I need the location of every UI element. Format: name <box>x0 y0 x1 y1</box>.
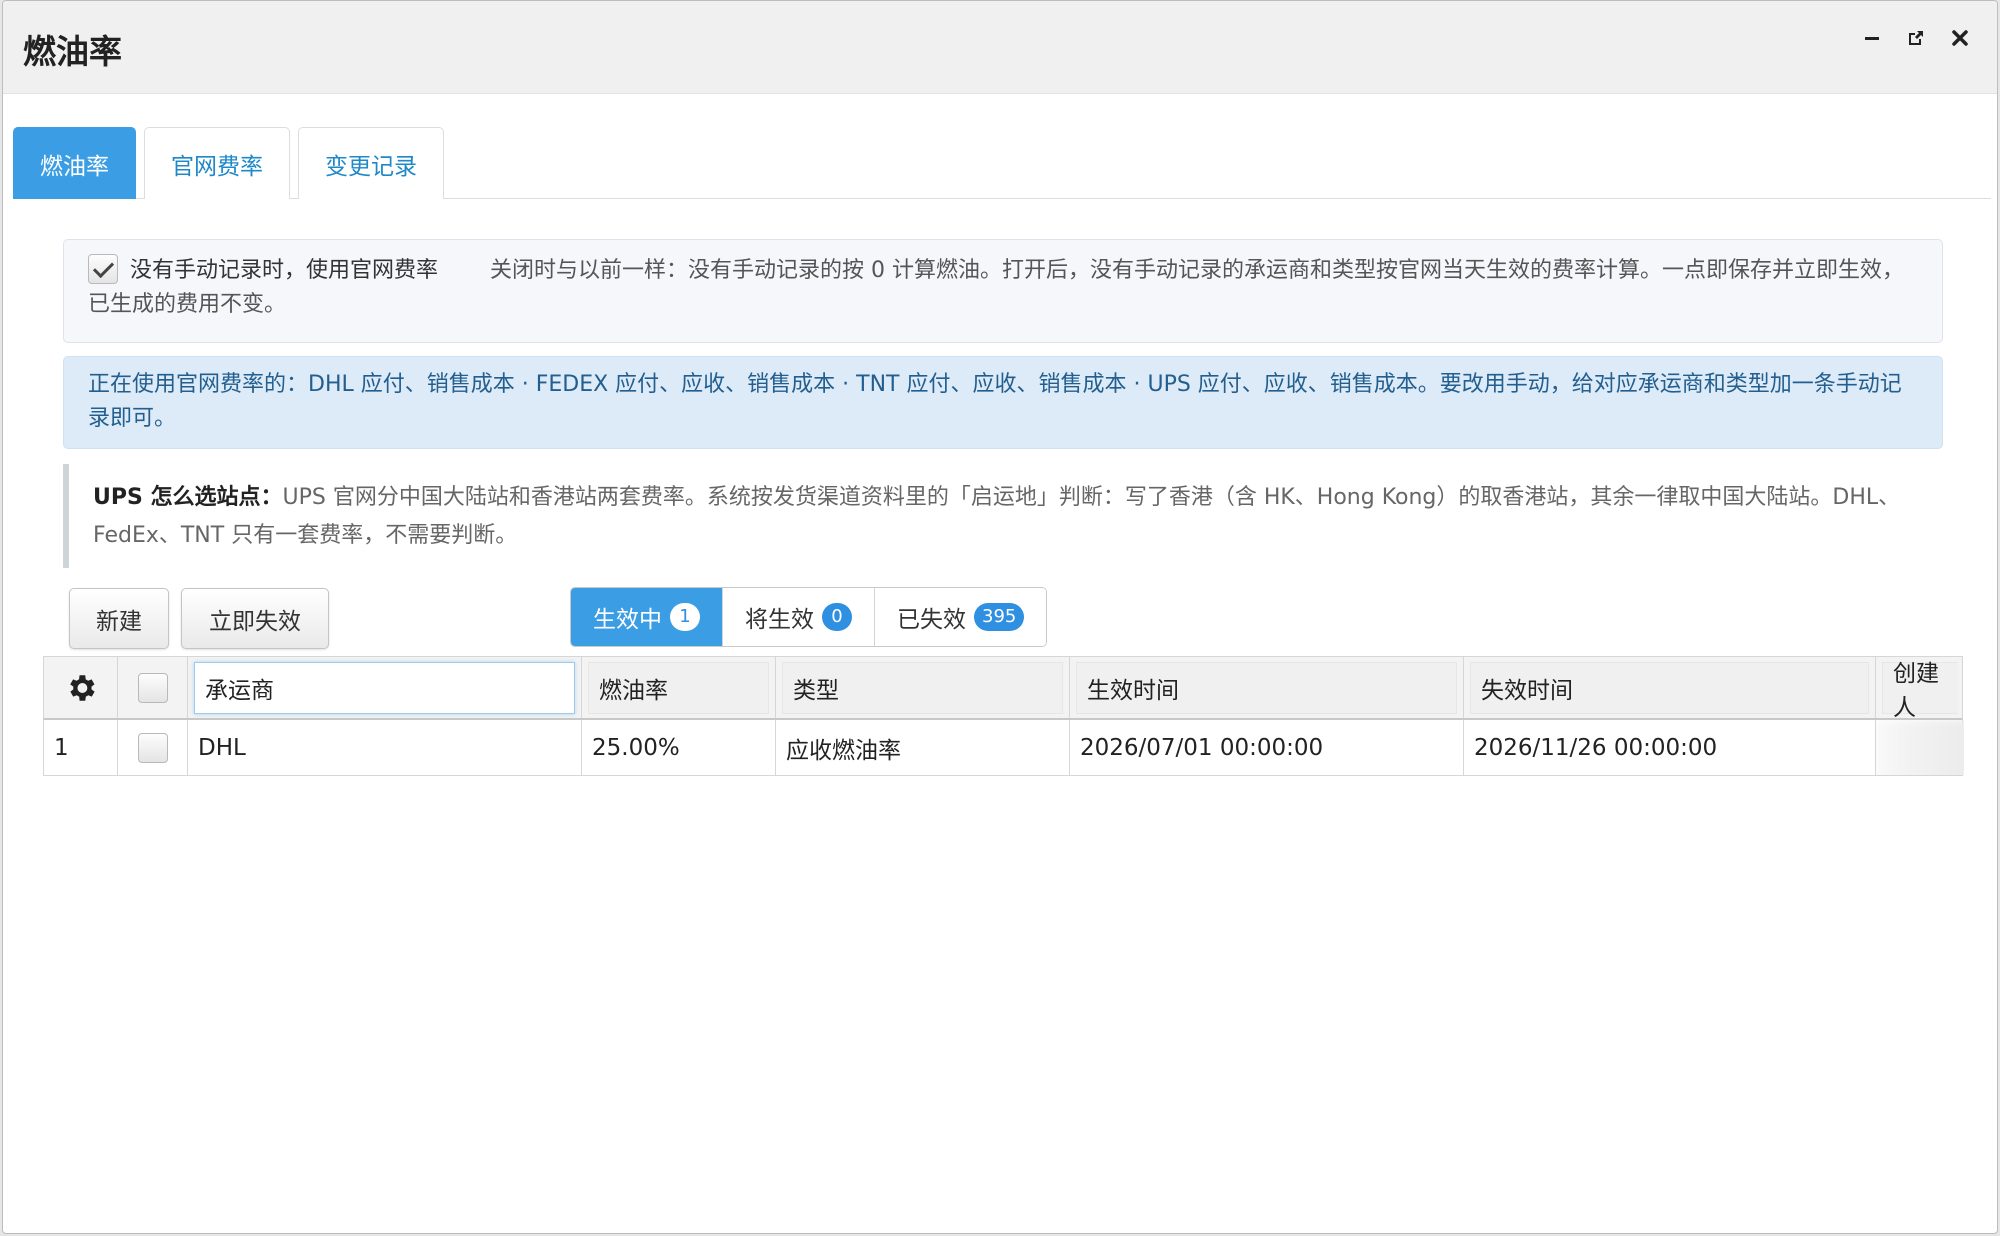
row-type: 应收燃油率 <box>776 720 1070 775</box>
column-header-rate[interactable]: 燃油率 <box>582 657 776 718</box>
use-official-rate-checkbox[interactable] <box>88 254 118 284</box>
column-header-end-time-label: 失效时间 <box>1470 661 1869 714</box>
tab-change-log[interactable]: 变更记录 <box>298 127 444 199</box>
column-header-end-time[interactable]: 失效时间 <box>1464 657 1876 718</box>
window-title: 燃油率 <box>23 32 122 71</box>
row-select-cell <box>118 720 188 775</box>
window-controls <box>1861 27 1971 49</box>
info-text: 正在使用官网费率的：DHL 应付、销售成本 · FEDEX 应付、应收、销售成本… <box>88 372 1902 431</box>
status-filter: 生效中 1 将生效 0 已失效 395 <box>570 587 1048 647</box>
filter-upcoming[interactable]: 将生效 0 <box>723 588 875 646</box>
filter-active-count: 1 <box>670 603 700 631</box>
tab-bar: 燃油率 官网费率 变更记录 <box>13 127 1991 199</box>
tab-fuel-rate[interactable]: 燃油率 <box>13 127 136 199</box>
filter-upcoming-count: 0 <box>822 603 852 631</box>
table-row[interactable]: 1 DHL 25.00% 应收燃油率 2026/07/01 00:00:00 2… <box>43 720 1964 776</box>
new-button[interactable]: 新建 <box>69 588 169 649</box>
official-rate-option-panel: 没有手动记录时，使用官网费率 关闭时与以前一样：没有手动记录的按 0 计算燃油。打… <box>63 239 1943 343</box>
column-header-rate-label: 燃油率 <box>588 661 769 714</box>
note-title: UPS 怎么选站点： <box>93 485 283 510</box>
table-header: 承运商 燃油率 类型 生效时间 失效时间 创建人 <box>43 656 1964 721</box>
official-rate-info-panel: 正在使用官网费率的：DHL 应付、销售成本 · FEDEX 应付、应收、销售成本… <box>63 356 1943 449</box>
ups-station-note: UPS 怎么选站点：UPS 官网分中国大陆站和香港站两套费率。系统按发货渠道资料… <box>63 464 1943 568</box>
row-rate: 25.00% <box>582 720 776 775</box>
select-all-checkbox[interactable] <box>137 672 168 703</box>
window-titlebar: 燃油率 <box>3 1 1997 94</box>
column-header-start-time[interactable]: 生效时间 <box>1070 657 1464 718</box>
fuel-rate-window: 燃油率 燃油率 官网费率 变更记录 没有手动记录时，使用官网费率 关闭时与以前一样… <box>2 0 1998 1234</box>
filter-upcoming-label: 将生效 <box>745 607 814 633</box>
redacted-creator <box>1876 720 1964 775</box>
use-official-rate-label: 没有手动记录时，使用官网费率 <box>130 258 439 283</box>
column-header-type-label: 类型 <box>782 661 1063 714</box>
note-text: UPS 官网分中国大陆站和香港站两套费率。系统按发货渠道资料里的「启运地」判断：… <box>93 485 1901 548</box>
column-settings-button[interactable] <box>44 657 118 718</box>
filter-active[interactable]: 生效中 1 <box>571 588 723 646</box>
close-icon[interactable] <box>1949 27 1971 49</box>
fuel-rate-table: 承运商 燃油率 类型 生效时间 失效时间 创建人 1 DHL 25.00% 应收… <box>43 656 1964 776</box>
minimize-icon[interactable] <box>1861 27 1883 49</box>
filter-active-label: 生效中 <box>593 607 662 633</box>
row-creator <box>1876 720 1964 775</box>
row-end-time: 2026/11/26 00:00:00 <box>1464 720 1876 775</box>
tab-official-rate[interactable]: 官网费率 <box>144 127 290 199</box>
column-header-creator-label: 创建人 <box>1882 661 1958 721</box>
column-header-carrier[interactable]: 承运商 <box>188 657 582 718</box>
popout-icon[interactable] <box>1905 27 1927 49</box>
filter-expired[interactable]: 已失效 395 <box>875 588 1047 646</box>
column-header-start-time-label: 生效时间 <box>1076 661 1457 714</box>
expire-now-button[interactable]: 立即失效 <box>181 588 329 649</box>
select-all-cell <box>118 657 188 718</box>
filter-expired-label: 已失效 <box>897 607 966 633</box>
row-carrier: DHL <box>188 720 582 775</box>
column-header-creator[interactable]: 创建人 <box>1876 657 1964 721</box>
filter-expired-count: 395 <box>974 603 1025 631</box>
row-select-checkbox[interactable] <box>137 732 168 763</box>
gear-icon <box>69 674 95 701</box>
column-header-carrier-label: 承运商 <box>194 661 575 714</box>
row-start-time: 2026/07/01 00:00:00 <box>1070 720 1464 775</box>
row-index: 1 <box>44 720 118 775</box>
column-header-type[interactable]: 类型 <box>776 657 1070 718</box>
